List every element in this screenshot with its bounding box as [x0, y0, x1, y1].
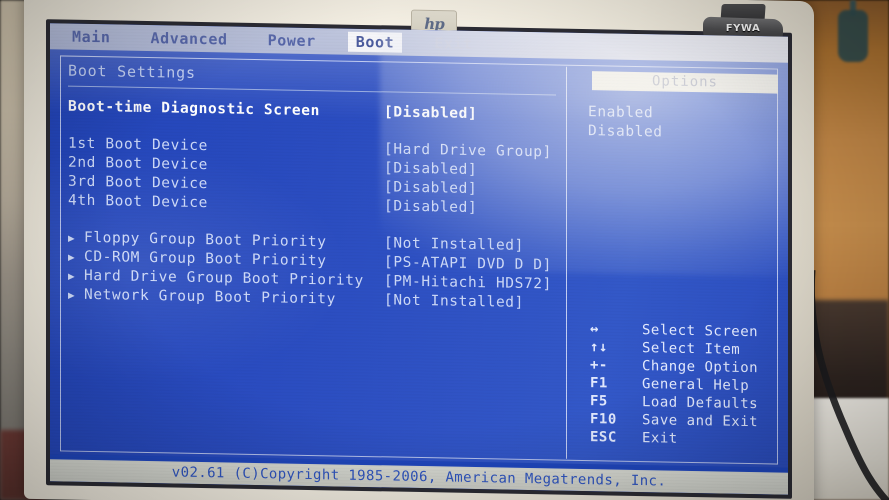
setting-value: [Disabled]	[384, 198, 478, 217]
options-list: Enabled Disabled	[588, 104, 778, 145]
bios-screen: Main Advanced Power Boot Exit Boot Setti…	[50, 23, 788, 495]
key-f1-label: F1	[590, 375, 608, 392]
settings-pane: Boot Settings Boot-time Diagnostic Scree…	[68, 62, 568, 315]
setting-value: [PM-Hitachi HDS72]	[384, 273, 552, 293]
options-pane: Options Enabled Disabled	[580, 71, 778, 146]
tab-power[interactable]: Power	[260, 30, 324, 51]
option-item-disabled[interactable]: Disabled	[588, 123, 778, 145]
setting-value: [Not Installed]	[384, 235, 524, 254]
arrows-vertical-icon: ↑↓	[590, 339, 608, 356]
webcam-brand-label: FYWA	[725, 23, 761, 34]
key-legend-description: Select Item	[642, 340, 741, 358]
arrows-horizontal-icon: ↔	[590, 321, 599, 338]
chevron-right-icon: ▶	[68, 231, 76, 245]
key-legend-row-exit: ESC Exit	[586, 429, 788, 451]
plus-minus-icon: +-	[590, 357, 608, 374]
setting-value: [PS-ATAPI DVD D D]	[384, 254, 552, 274]
photo-scene: hp FYWA Main Advanced Power Boot Exit Bo…	[0, 0, 889, 500]
setting-value: [Disabled]	[384, 104, 478, 123]
submenu-label-text: Network Group Boot Priority	[84, 286, 336, 308]
setting-label: Boot-time Diagnostic Screen	[68, 98, 320, 120]
chevron-right-icon: ▶	[68, 250, 76, 264]
key-legend-description: Select Screen	[642, 322, 759, 341]
tab-exit[interactable]: Exit	[426, 33, 481, 54]
chevron-right-icon: ▶	[68, 269, 76, 283]
tab-main[interactable]: Main	[64, 26, 119, 47]
submenu-label-text: Floppy Group Boot Priority	[84, 229, 327, 251]
key-esc-label: ESC	[590, 429, 617, 446]
options-header: Options	[592, 71, 778, 94]
key-legend-description: General Help	[642, 376, 750, 395]
key-legend-description: Load Defaults	[642, 394, 759, 413]
setting-value: [Disabled]	[384, 179, 478, 198]
submenu-label-text: CD-ROM Group Boot Priority	[84, 248, 327, 270]
key-legend-description: Change Option	[642, 358, 759, 377]
tab-boot[interactable]: Boot	[347, 31, 403, 53]
chevron-right-icon: ▶	[68, 288, 76, 302]
background-hanging-object	[838, 10, 868, 62]
key-f10-label: F10	[590, 411, 617, 428]
key-legend-description: Save and Exit	[642, 412, 759, 431]
key-legend-description: Exit	[642, 430, 678, 447]
setting-value: [Not Installed]	[384, 292, 524, 311]
key-f5-label: F5	[590, 393, 608, 410]
setting-value: [Hard Drive Group]	[384, 141, 552, 161]
setting-value: [Disabled]	[384, 160, 478, 179]
key-legend: ↔ Select Screen ↑↓ Select Item +- Change…	[586, 321, 788, 451]
tab-advanced[interactable]: Advanced	[143, 28, 236, 50]
